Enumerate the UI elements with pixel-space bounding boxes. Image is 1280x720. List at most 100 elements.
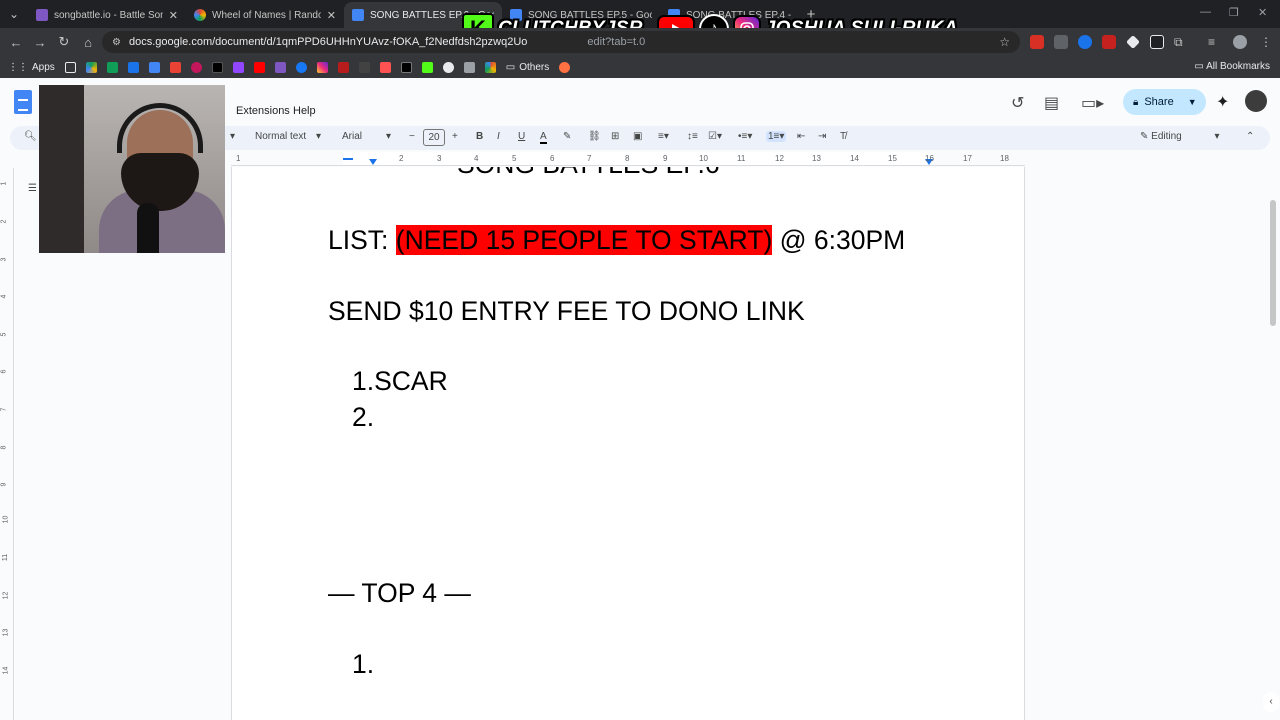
add-comment-icon[interactable]: ⊞ xyxy=(611,131,619,142)
adblock-extension-icon[interactable] xyxy=(1030,35,1044,49)
menu-help[interactable]: Help xyxy=(293,105,316,117)
bookmark-icon[interactable] xyxy=(484,61,496,73)
extension-icon[interactable] xyxy=(1054,35,1068,49)
site-info-icon[interactable]: ⚙ xyxy=(112,37,121,48)
explore-chevron-icon[interactable]: ‹ xyxy=(1263,692,1279,712)
back-icon[interactable]: ← xyxy=(4,35,28,50)
docs-logo-icon[interactable] xyxy=(14,90,32,114)
docs-icon[interactable] xyxy=(148,61,160,73)
text-color-icon[interactable]: A xyxy=(540,131,547,144)
bookmark-icon[interactable] xyxy=(190,61,202,73)
indent-marker-icon[interactable] xyxy=(343,158,353,160)
instagram-icon[interactable] xyxy=(316,61,328,73)
bookmark-icon[interactable] xyxy=(169,61,181,73)
list-item[interactable]: 1. xyxy=(352,649,374,680)
decrease-font-size-icon[interactable]: − xyxy=(409,131,415,142)
font-size-input[interactable]: 20 xyxy=(423,129,445,146)
chevron-down-icon[interactable]: ▼ xyxy=(1188,97,1197,107)
line-spacing-icon[interactable]: ↕≡ xyxy=(687,131,698,142)
account-avatar[interactable] xyxy=(1245,90,1267,112)
bookmark-icon[interactable] xyxy=(463,61,475,73)
underline-icon[interactable]: U xyxy=(518,131,525,142)
facebook-icon[interactable] xyxy=(295,61,307,73)
search-menus-icon[interactable]: 🔍︎ xyxy=(24,131,37,142)
hide-menus-chevron-up-icon[interactable]: ⌃ xyxy=(1246,131,1254,142)
paragraph-style-select[interactable]: Normal text xyxy=(255,131,306,142)
document-outline-icon[interactable]: ☰ xyxy=(28,183,37,194)
extension-icon[interactable] xyxy=(1126,35,1140,49)
indent-marker-icon[interactable] xyxy=(369,159,377,165)
browser-tab-wheel-of-names[interactable]: Wheel of Names | Random nam ✕ xyxy=(186,2,344,28)
chevron-down-icon[interactable]: ▾ xyxy=(316,131,321,142)
forward-icon[interactable]: → xyxy=(28,35,52,50)
bookmark-icon[interactable] xyxy=(274,61,286,73)
document-page[interactable]: SONG BATTLES EP.6 LIST: (NEED 15 PEOPLE … xyxy=(231,167,1025,720)
comments-icon[interactable]: ▤ xyxy=(1044,93,1059,113)
increase-font-size-icon[interactable]: + xyxy=(452,131,458,142)
list-line[interactable]: LIST: (NEED 15 PEOPLE TO START) @ 6:30PM xyxy=(328,225,905,256)
menu-extensions[interactable]: Extensions xyxy=(236,105,290,117)
profile-avatar[interactable] xyxy=(1233,35,1247,49)
horizontal-ruler[interactable]: 1 2 3 4 5 6 7 8 9 10 11 12 13 14 15 16 1… xyxy=(231,152,1025,166)
grid-icon[interactable] xyxy=(64,61,76,73)
chevron-down-icon[interactable]: ▾ xyxy=(386,131,391,142)
document-title-line[interactable]: SONG BATTLES EP.6 xyxy=(457,167,720,180)
media-controls-icon[interactable]: ≡ xyxy=(1208,35,1222,49)
insert-image-icon[interactable]: ▣ xyxy=(633,131,642,142)
youtube-icon[interactable] xyxy=(253,61,265,73)
hq-icon[interactable] xyxy=(358,61,370,73)
bookmark-folder-others[interactable]: ▭ Others xyxy=(506,62,549,73)
highlight-color-icon[interactable]: ✎ xyxy=(563,131,571,142)
vertical-ruler[interactable]: 1 2 3 4 5 6 7 8 9 10 11 12 13 14 xyxy=(0,168,14,720)
increase-indent-icon[interactable]: ⇥ xyxy=(818,131,826,142)
share-button[interactable]: 🔒︎ Share ▼ xyxy=(1123,89,1206,115)
chevron-down-icon[interactable]: ▾ xyxy=(230,131,235,142)
bookmark-icon[interactable] xyxy=(559,61,571,73)
version-history-icon[interactable]: ↺ xyxy=(1011,93,1024,113)
top4-heading[interactable]: — TOP 4 — xyxy=(328,578,471,609)
tiktok-icon[interactable] xyxy=(211,61,223,73)
numbered-list-icon[interactable]: 1≡▾ xyxy=(766,131,787,142)
minimize-icon[interactable]: — xyxy=(1200,6,1211,18)
editing-mode-select[interactable]: ✎ Editing ▾ xyxy=(1140,131,1220,142)
bookmark-icon[interactable] xyxy=(337,61,349,73)
extensions-puzzle-icon[interactable]: ⧉ xyxy=(1174,35,1188,49)
bookmark-star-icon[interactable]: ☆ xyxy=(999,35,1010,49)
extension-icon[interactable] xyxy=(1078,35,1092,49)
meet-video-icon[interactable]: ▭▸ xyxy=(1081,93,1104,113)
reload-icon[interactable]: ↻ xyxy=(52,34,76,50)
extension-icon[interactable] xyxy=(1150,35,1164,49)
twitch-icon[interactable] xyxy=(232,61,244,73)
bookmark-apps[interactable]: ⋮⋮ Apps xyxy=(8,62,55,73)
close-tab-icon[interactable]: ✕ xyxy=(169,9,178,22)
gemini-icon[interactable]: ✦ xyxy=(1216,92,1229,112)
all-bookmarks-button[interactable]: ▭ All Bookmarks xyxy=(1194,61,1270,72)
close-tab-icon[interactable]: ✕ xyxy=(327,9,336,22)
sheets-icon[interactable] xyxy=(106,61,118,73)
close-window-icon[interactable]: ✕ xyxy=(1258,6,1267,19)
entry-fee-line[interactable]: SEND $10 ENTRY FEE TO DONO LINK xyxy=(328,296,805,327)
bold-icon[interactable]: B xyxy=(476,131,483,142)
home-icon[interactable]: ⌂ xyxy=(76,35,100,50)
x-icon[interactable] xyxy=(400,61,412,73)
bookmark-icon[interactable] xyxy=(442,61,454,73)
font-family-select[interactable]: Arial xyxy=(342,131,362,142)
list-item[interactable]: 1.SCAR xyxy=(352,366,448,397)
browser-menu-icon[interactable]: ⋮ xyxy=(1260,35,1274,49)
address-bar[interactable]: ⚙ docs.google.com/document/d/1qmPPD6UHHn… xyxy=(102,31,1020,53)
kick-icon[interactable] xyxy=(421,61,433,73)
tab-search-icon[interactable]: ⌄ xyxy=(0,0,28,28)
italic-icon[interactable]: I xyxy=(497,131,500,142)
bookmark-icon[interactable] xyxy=(127,61,139,73)
browser-tab-songbattle[interactable]: songbattle.io - Battle Songs ag ✕ xyxy=(28,2,186,28)
checklist-icon[interactable]: ☑▾ xyxy=(708,131,722,142)
pdf-extension-icon[interactable] xyxy=(1102,35,1116,49)
drive-icon[interactable] xyxy=(85,61,97,73)
bulleted-list-icon[interactable]: •≡▾ xyxy=(738,131,752,142)
bookmark-icon[interactable] xyxy=(379,61,391,73)
insert-link-icon[interactable]: ⛓ xyxy=(588,131,601,142)
list-item[interactable]: 2. xyxy=(352,402,374,433)
vertical-scrollbar[interactable] xyxy=(1270,200,1276,326)
align-icon[interactable]: ≡▾ xyxy=(658,131,669,142)
decrease-indent-icon[interactable]: ⇤ xyxy=(797,131,805,142)
